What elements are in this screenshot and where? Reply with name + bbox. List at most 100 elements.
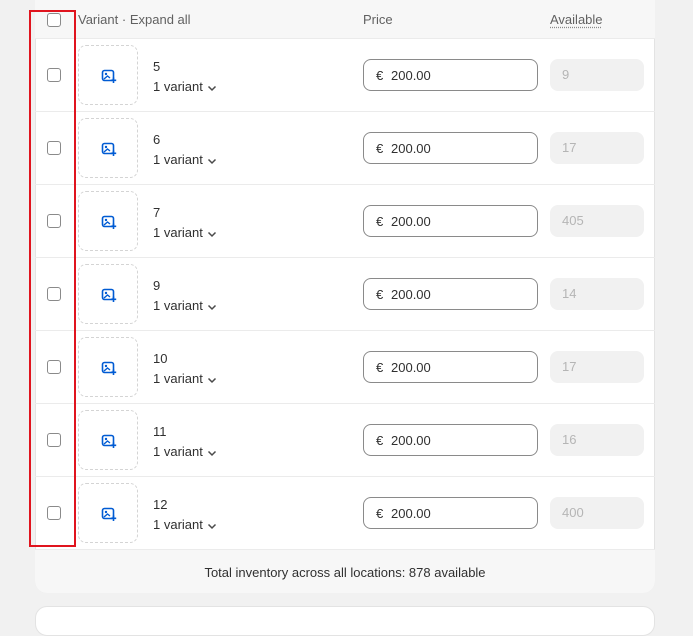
variant-name: 11 — [153, 424, 167, 439]
available-field: 16 — [550, 424, 644, 456]
inventory-total-footer: Total inventory across all locations: 87… — [35, 550, 655, 593]
row-checkbox[interactable] — [47, 433, 61, 447]
add-image-button[interactable] — [78, 191, 138, 251]
table-row: 9 1 variant €200.00 14 — [35, 258, 655, 331]
variant-count: 1 variant — [153, 298, 203, 313]
variant-count-toggle[interactable]: 1 variant — [153, 517, 218, 532]
next-card — [35, 606, 655, 636]
row-checkbox[interactable] — [47, 506, 61, 520]
currency-symbol: € — [376, 214, 384, 229]
add-image-icon — [101, 434, 117, 448]
variant-count: 1 variant — [153, 371, 203, 386]
row-checkbox[interactable] — [47, 287, 61, 301]
price-input[interactable]: €200.00 — [363, 59, 538, 91]
table-row: 5 1 variant €200.00 9 — [35, 39, 655, 112]
price-input[interactable]: €200.00 — [363, 278, 538, 310]
variant-count-toggle[interactable]: 1 variant — [153, 298, 218, 313]
select-all-checkbox[interactable] — [47, 13, 61, 27]
row-checkbox[interactable] — [47, 360, 61, 374]
add-image-icon — [101, 215, 117, 229]
variant-count-toggle[interactable]: 1 variant — [153, 225, 218, 240]
add-image-icon — [101, 288, 117, 302]
chevron-down-icon — [207, 231, 216, 237]
available-value: 9 — [562, 67, 570, 82]
chevron-down-icon — [207, 523, 216, 529]
chevron-down-icon — [207, 377, 216, 383]
add-image-button[interactable] — [78, 483, 138, 543]
available-header[interactable]: Available — [550, 12, 603, 27]
variant-name: 5 — [153, 59, 161, 74]
variant-count-toggle[interactable]: 1 variant — [153, 444, 218, 459]
variant-header-label: Variant — [78, 12, 119, 27]
currency-symbol: € — [376, 433, 384, 448]
chevron-down-icon — [207, 158, 216, 164]
table-row: 12 1 variant €200.00 400 — [35, 477, 655, 550]
available-field: 17 — [550, 132, 644, 164]
available-field: 17 — [550, 351, 644, 383]
available-field: 405 — [550, 205, 644, 237]
available-value: 400 — [562, 505, 584, 520]
row-checkbox[interactable] — [47, 214, 61, 228]
add-image-button[interactable] — [78, 264, 138, 324]
add-image-icon — [101, 142, 117, 156]
price-input[interactable]: €200.00 — [363, 132, 538, 164]
add-image-icon — [101, 507, 117, 521]
currency-symbol: € — [376, 141, 384, 156]
table-row: 10 1 variant €200.00 17 — [35, 331, 655, 404]
variant-name: 12 — [153, 497, 168, 512]
table-row: 7 1 variant €200.00 405 — [35, 185, 655, 258]
inventory-total-text: Total inventory across all locations: 87… — [204, 565, 486, 580]
variant-count: 1 variant — [153, 79, 203, 94]
variant-name: 10 — [153, 351, 168, 366]
chevron-down-icon — [207, 450, 216, 456]
table-row: 6 1 variant €200.00 17 — [35, 112, 655, 185]
table-row: 11 1 variant €200.00 16 — [35, 404, 655, 477]
price-value: 200.00 — [391, 433, 431, 448]
price-value: 200.00 — [391, 68, 431, 83]
price-input[interactable]: €200.00 — [363, 205, 538, 237]
add-image-button[interactable] — [78, 45, 138, 105]
variant-count-toggle[interactable]: 1 variant — [153, 152, 218, 167]
chevron-down-icon — [207, 304, 216, 310]
expand-all-link[interactable]: Expand all — [130, 12, 191, 27]
currency-symbol: € — [376, 287, 384, 302]
row-checkbox[interactable] — [47, 141, 61, 155]
price-header: Price — [363, 12, 393, 27]
currency-symbol: € — [376, 506, 384, 521]
available-field: 9 — [550, 59, 644, 91]
row-checkbox[interactable] — [47, 68, 61, 82]
variant-count: 1 variant — [153, 517, 203, 532]
add-image-icon — [101, 69, 117, 83]
available-value: 14 — [562, 286, 577, 301]
variant-name: 6 — [153, 132, 161, 147]
variant-count: 1 variant — [153, 444, 203, 459]
available-field: 400 — [550, 497, 644, 529]
add-image-button[interactable] — [78, 118, 138, 178]
price-value: 200.00 — [391, 214, 431, 229]
price-input[interactable]: €200.00 — [363, 351, 538, 383]
price-value: 200.00 — [391, 287, 431, 302]
variant-count-toggle[interactable]: 1 variant — [153, 79, 218, 94]
header-separator: · — [121, 12, 127, 27]
available-value: 17 — [562, 140, 577, 155]
currency-symbol: € — [376, 68, 384, 83]
price-input[interactable]: €200.00 — [363, 497, 538, 529]
variant-header: Variant · Expand all — [78, 12, 191, 27]
price-value: 200.00 — [391, 506, 431, 521]
price-input[interactable]: €200.00 — [363, 424, 538, 456]
variant-name: 7 — [153, 205, 161, 220]
variant-name: 9 — [153, 278, 161, 293]
add-image-button[interactable] — [78, 337, 138, 397]
available-value: 17 — [562, 359, 577, 374]
available-value: 405 — [562, 213, 584, 228]
price-value: 200.00 — [391, 141, 431, 156]
currency-symbol: € — [376, 360, 384, 375]
price-value: 200.00 — [391, 360, 431, 375]
add-image-icon — [101, 361, 117, 375]
variant-count: 1 variant — [153, 152, 203, 167]
available-value: 16 — [562, 432, 577, 447]
add-image-button[interactable] — [78, 410, 138, 470]
variant-count: 1 variant — [153, 225, 203, 240]
available-field: 14 — [550, 278, 644, 310]
variant-count-toggle[interactable]: 1 variant — [153, 371, 218, 386]
